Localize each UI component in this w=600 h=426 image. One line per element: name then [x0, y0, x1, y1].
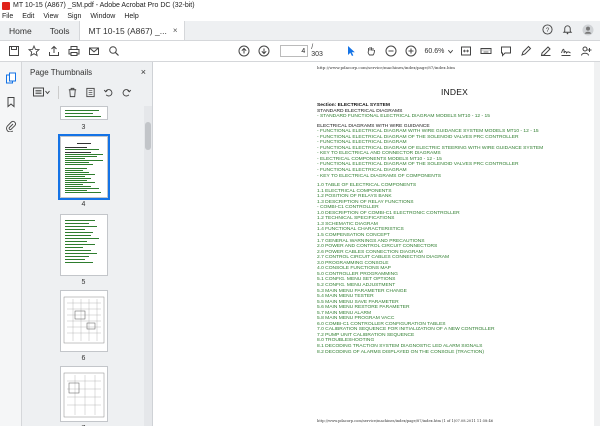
zoom-out-icon[interactable] — [383, 43, 399, 59]
menu-window[interactable]: Window — [90, 13, 115, 20]
bookmark-star-icon[interactable] — [26, 43, 42, 59]
menu-edit[interactable]: Edit — [22, 13, 34, 20]
window-title: MT 10-15 (A867) _SM.pdf - Adobe Acrobat … — [13, 2, 195, 9]
index-list: Section: ELECTRICAL SYSTEM STANDARD ELECT… — [317, 103, 592, 355]
page-thumbnails-icon[interactable] — [5, 72, 17, 84]
search-icon[interactable] — [106, 43, 122, 59]
page-header-url: http://www.pdacorp.com/service/machines/… — [317, 65, 455, 70]
thumbnails-title: Page Thumbnails — [30, 67, 93, 77]
share-user-icon[interactable] — [578, 43, 594, 59]
pdf-page: http://www.pdacorp.com/service/machines/… — [313, 62, 596, 426]
page-thumbnails-panel: Page Thumbnails × 3 4 5 6 — [22, 62, 153, 426]
thumbnail-page-image — [60, 106, 108, 120]
delete-page-trash-icon[interactable] — [65, 85, 79, 99]
tab-close-icon[interactable]: × — [173, 26, 178, 35]
fit-page-icon[interactable] — [458, 43, 474, 59]
thumbnail-page-number: 5 — [81, 279, 86, 286]
profile-avatar-icon[interactable] — [582, 24, 594, 38]
save-icon[interactable] — [6, 43, 22, 59]
insert-page-icon[interactable] — [83, 85, 97, 99]
document-viewport[interactable]: http://www.pdacorp.com/service/machines/… — [153, 62, 600, 426]
page-title: INDEX — [441, 87, 468, 97]
thumbnail-page-image — [60, 366, 108, 422]
document-scrollbar[interactable] — [594, 62, 600, 426]
zoom-level-dropdown[interactable]: 60.6% — [425, 48, 445, 55]
hand-tool-icon[interactable] — [363, 43, 379, 59]
draw-pen-icon[interactable] — [538, 43, 554, 59]
zoom-chevron-down-icon[interactable] — [446, 43, 454, 59]
rotate-counterclockwise-icon[interactable] — [101, 85, 115, 99]
tab-home[interactable]: Home — [0, 21, 41, 40]
sign-icon[interactable] — [558, 43, 574, 59]
next-page-icon[interactable] — [256, 43, 272, 59]
acrobat-app-icon — [2, 1, 10, 10]
tab-document[interactable]: MT 10-15 (A867) _... × — [78, 21, 186, 40]
page-footer-url: http://www.pdacorp.com/service/machines/… — [317, 419, 494, 423]
thumbnail-page-number: 4 — [81, 201, 86, 208]
comment-icon[interactable] — [498, 43, 514, 59]
menu-bar: File Edit View Sign Window Help — [0, 11, 600, 21]
tab-document-label: MT 10-15 (A867) _... — [88, 25, 167, 36]
page-number-input[interactable]: 4 — [280, 45, 309, 57]
highlight-pen-icon[interactable] — [518, 43, 534, 59]
tab-bar: Home Tools MT 10-15 (A867) _... × ? — [0, 21, 600, 41]
select-cursor-icon[interactable] — [343, 43, 359, 59]
tab-home-label: Home — [9, 25, 32, 36]
thumbnails-list: 3 4 5 6 — [22, 106, 153, 426]
thumbnails-close-icon[interactable]: × — [141, 67, 146, 77]
previous-page-icon[interactable] — [236, 43, 252, 59]
thumbnail-page-number: 3 — [81, 124, 86, 131]
help-icon[interactable]: ? — [542, 24, 553, 37]
page-total: / 303 — [311, 44, 323, 58]
thumbnail-page-image — [60, 214, 108, 276]
left-navigation-rail — [0, 62, 22, 426]
thumbnails-toolbar — [22, 82, 152, 102]
upload-share-icon[interactable] — [46, 43, 62, 59]
tab-tools-label: Tools — [49, 25, 70, 36]
thumbnails-scrollbar-thumb[interactable] — [145, 122, 151, 150]
print-icon[interactable] — [66, 43, 82, 59]
keyboard-scroll-icon[interactable] — [478, 43, 494, 59]
menu-sign[interactable]: Sign — [67, 13, 81, 20]
rotate-clockwise-icon[interactable] — [119, 85, 133, 99]
menu-help[interactable]: Help — [124, 13, 138, 20]
window-titlebar: MT 10-15 (A867) _SM.pdf - Adobe Acrobat … — [0, 0, 600, 11]
svg-text:?: ? — [546, 27, 550, 34]
thumbnail-options-menu-icon[interactable] — [32, 85, 52, 99]
notifications-bell-icon[interactable] — [562, 24, 573, 37]
main-toolbar: 4 / 303 60.6% — [0, 41, 600, 62]
menu-view[interactable]: View — [43, 13, 58, 20]
thumbnails-header: Page Thumbnails × — [22, 62, 152, 82]
index-link[interactable]: 8.2 DECODING OF ALARMS DISPLAYED ON THE … — [317, 350, 592, 356]
mail-icon[interactable] — [86, 43, 102, 59]
bookmarks-icon[interactable] — [5, 96, 17, 108]
zoom-in-icon[interactable] — [403, 43, 419, 59]
thumbnails-scrollbar[interactable] — [144, 106, 152, 426]
menu-file[interactable]: File — [2, 13, 13, 20]
attachments-paperclip-icon[interactable] — [5, 120, 17, 133]
thumbnail-page-image — [58, 134, 110, 200]
thumbnail-page-number: 6 — [81, 355, 86, 362]
tab-tools[interactable]: Tools — [41, 21, 79, 40]
thumbnail-page-image — [60, 290, 108, 352]
